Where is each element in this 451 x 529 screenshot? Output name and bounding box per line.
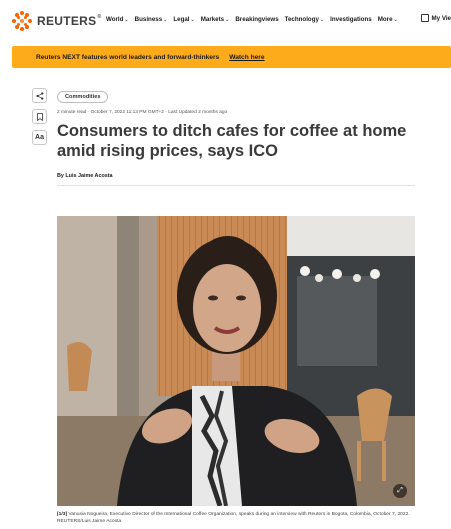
nav-item-investigations[interactable]: Investigations <box>330 16 372 23</box>
text-size-label: Aa <box>35 134 44 141</box>
brand-name: REUTERS® <box>37 14 102 28</box>
share-button[interactable] <box>32 88 47 103</box>
nav-item-world[interactable]: World ⌄ <box>106 16 129 23</box>
chevron-down-icon: ⌄ <box>393 16 398 23</box>
chevron-down-icon: ⌄ <box>124 16 129 23</box>
chevron-down-icon: ⌄ <box>319 16 325 23</box>
promo-banner: Reuters NEXT features world leaders and … <box>12 46 451 68</box>
nav-item-more[interactable]: More ⌄ <box>378 16 398 23</box>
divider <box>57 185 415 186</box>
share-icon <box>36 91 43 100</box>
photo-caption-text: Vanusia Nogueira, Executive Director of … <box>57 512 410 524</box>
chevron-down-icon: ⌄ <box>190 16 195 23</box>
expand-icon: ⤢ <box>397 487 403 494</box>
article-headline: Consumers to ditch cafes for coffee at h… <box>57 122 407 160</box>
photo-counter: [1/3] <box>57 512 68 517</box>
interview-photo-illustration <box>57 216 415 506</box>
site-header: REUTERS® World ⌄ Business ⌄ Legal ⌄ Markets… <box>0 0 451 40</box>
nav-item-business[interactable]: Business ⌄ <box>135 16 168 23</box>
nav-item-technology[interactable]: Technology ⌄ <box>285 16 324 23</box>
article-meta: 2 minute read · October 7, 2022 11:13 PM… <box>57 110 228 115</box>
promo-banner-text: Reuters NEXT features world leaders and … <box>36 53 220 61</box>
nav-item-markets[interactable]: Markets ⌄ <box>201 16 230 23</box>
chevron-down-icon: ⌄ <box>163 16 168 23</box>
nav-item-breakingviews[interactable]: Breakingviews <box>235 16 278 23</box>
reuters-logo[interactable]: REUTERS® <box>12 11 101 31</box>
my-view-label: My Vie <box>431 14 451 22</box>
photo-caption: [1/3] Vanusia Nogueira, Executive Direct… <box>57 511 415 525</box>
main-nav: World ⌄ Business ⌄ Legal ⌄ Markets ⌄ Breakin… <box>106 16 398 23</box>
my-view-button[interactable]: My Vie <box>420 14 451 22</box>
article-byline[interactable]: By Luis Jaime Acosta <box>57 173 113 179</box>
reuters-logo-mark-icon <box>12 11 32 31</box>
bookmark-button[interactable] <box>32 109 47 124</box>
expand-photo-button[interactable]: ⤢ <box>393 484 407 498</box>
nav-item-legal[interactable]: Legal ⌄ <box>173 16 194 23</box>
article-photo[interactable]: ⤢ <box>57 216 415 506</box>
chevron-down-icon: ⌄ <box>225 16 230 23</box>
text-size-button[interactable]: Aa <box>32 130 47 145</box>
category-tag[interactable]: Commodities <box>57 91 109 103</box>
bookmark-icon <box>36 112 43 121</box>
my-view-icon <box>420 14 429 22</box>
watch-here-link[interactable]: Watch here <box>229 54 264 61</box>
